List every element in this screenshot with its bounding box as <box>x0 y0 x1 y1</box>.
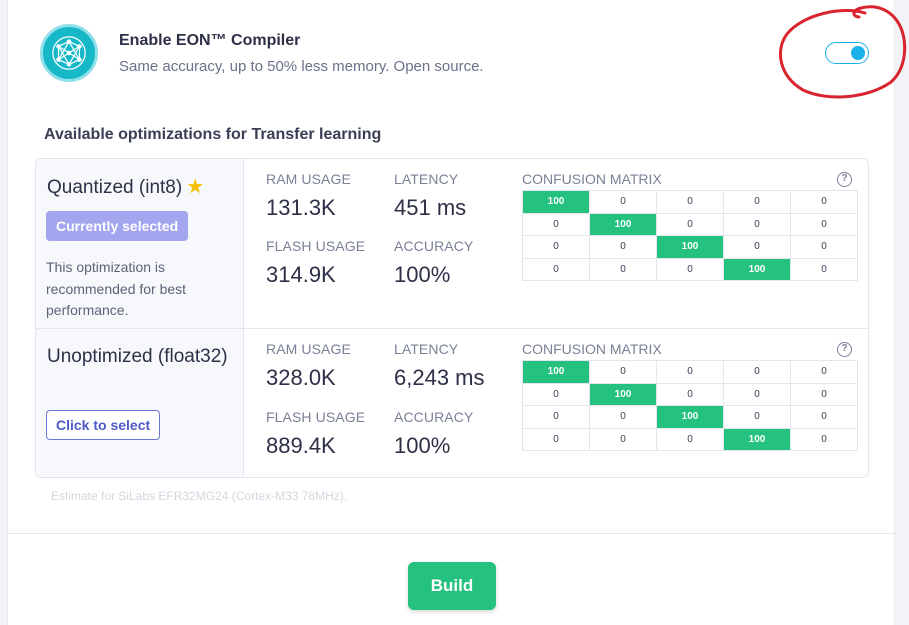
confusion-matrix-cell: 0 <box>522 212 590 236</box>
latency-label: LATENCY <box>394 341 459 357</box>
confusion-matrix-cell: 0 <box>589 405 657 429</box>
confusion-matrix-cell: 100 <box>589 212 657 236</box>
latency-value: 6,243 ms <box>394 365 485 390</box>
confusion-matrix-cell: 0 <box>790 360 858 384</box>
neural-network-icon <box>40 24 98 82</box>
flash-usage-value: 314.9K <box>266 262 336 287</box>
confusion-matrix-cell: 0 <box>723 360 791 384</box>
star-icon: ★ <box>186 176 205 198</box>
optimization-name: Quantized (int8) ★ <box>47 173 237 202</box>
optimizations-table: Quantized (int8) ★ Currently selected Thi… <box>35 158 869 478</box>
confusion-matrix-cell: 0 <box>790 257 858 281</box>
confusion-matrix-cell: 0 <box>790 405 858 429</box>
currently-selected-button[interactable]: Currently selected <box>46 211 189 241</box>
confusion-matrix-cell: 0 <box>522 235 590 259</box>
divider <box>8 533 896 534</box>
eon-toggle[interactable] <box>825 42 869 64</box>
confusion-matrix-cell: 0 <box>589 257 657 281</box>
confusion-matrix: 100 0 0 0 0 0 100 0 0 0 0 0 100 0 0 0 0 0 100 0 <box>522 190 858 281</box>
confusion-matrix-row: 0 0 0 100 0 <box>522 257 858 281</box>
latency-value: 451 ms <box>394 195 467 220</box>
confusion-matrix-label: CONFUSION MATRIX <box>522 341 662 357</box>
confusion-matrix-cell: 0 <box>589 427 657 451</box>
confusion-matrix-cell: 0 <box>656 427 724 451</box>
confusion-matrix-cell: 0 <box>522 382 590 406</box>
accuracy-value: 100% <box>394 433 451 458</box>
confusion-matrix-cell: 0 <box>656 257 724 281</box>
confusion-matrix-cell: 100 <box>589 382 657 406</box>
confusion-matrix-row: 100 0 0 0 0 <box>522 360 858 384</box>
click-to-select-button[interactable]: Click to select <box>46 410 161 440</box>
confusion-matrix-cell: 0 <box>589 235 657 259</box>
confusion-matrix-row: 0 100 0 0 0 <box>522 382 858 406</box>
confusion-matrix-cell: 0 <box>790 212 858 236</box>
confusion-matrix-row: 0 0 100 0 0 <box>522 235 858 259</box>
confusion-matrix-cell: 0 <box>723 382 791 406</box>
confusion-matrix-row: 0 0 100 0 0 <box>522 405 858 429</box>
optimization-summary: Unoptimized (float32) Click to select <box>36 329 244 477</box>
optimization-summary: Quantized (int8) ★ Currently selected Thi… <box>36 159 244 328</box>
confusion-matrix-cell: 0 <box>522 427 590 451</box>
build-button[interactable]: Build <box>408 562 496 610</box>
optimization-name: Unoptimized (float32) <box>47 343 237 371</box>
confusion-matrix-row: 100 0 0 0 0 <box>522 190 858 214</box>
eon-title: Enable EON™ Compiler <box>119 32 301 49</box>
confusion-matrix-cell: 100 <box>723 427 791 451</box>
confusion-matrix-cell: 0 <box>790 190 858 214</box>
optimization-row-unoptimized: Unoptimized (float32) Click to select RA… <box>36 329 868 477</box>
confusion-matrix-cell: 100 <box>656 235 724 259</box>
ram-usage-label: RAM USAGE <box>266 171 351 187</box>
confusion-matrix-cell: 0 <box>522 257 590 281</box>
confusion-matrix-cell: 0 <box>723 190 791 214</box>
confusion-matrix-cell: 0 <box>790 235 858 259</box>
confusion-matrix-cell: 0 <box>589 190 657 214</box>
estimate-note: Estimate for SiLabs EFR32MG24 (Cortex-M3… <box>51 489 348 503</box>
confusion-matrix-cell: 0 <box>790 382 858 406</box>
accuracy-value: 100% <box>394 262 451 287</box>
confusion-matrix-cell: 0 <box>656 360 724 384</box>
confusion-matrix-cell: 100 <box>723 257 791 281</box>
confusion-matrix-cell: 0 <box>656 212 724 236</box>
confusion-matrix-cell: 100 <box>656 405 724 429</box>
confusion-matrix-cell: 0 <box>723 235 791 259</box>
confusion-matrix-label: CONFUSION MATRIX <box>522 171 662 187</box>
ram-usage-value: 328.0K <box>266 365 336 390</box>
optimization-name-text: Quantized (int8) <box>47 177 183 198</box>
confusion-matrix-cell: 0 <box>790 427 858 451</box>
accuracy-label: ACCURACY <box>394 409 474 425</box>
confusion-matrix-cell: 100 <box>522 360 590 384</box>
flash-usage-label: FLASH USAGE <box>266 409 366 425</box>
confusion-matrix-cell: 0 <box>522 405 590 429</box>
flash-usage-value: 889.4K <box>266 433 336 458</box>
help-icon[interactable]: ? <box>837 342 852 357</box>
optimization-description: This optimization is recommended for bes… <box>46 259 187 318</box>
optimization-row-quantized: Quantized (int8) ★ Currently selected Thi… <box>36 159 868 329</box>
ram-usage-label: RAM USAGE <box>266 341 351 357</box>
section-title: Available optimizations for Transfer lea… <box>44 126 382 143</box>
confusion-matrix-cell: 100 <box>522 190 590 214</box>
latency-label: LATENCY <box>394 171 459 187</box>
confusion-matrix-row: 0 0 0 100 0 <box>522 427 858 451</box>
flash-usage-label: FLASH USAGE <box>266 238 366 254</box>
accuracy-label: ACCURACY <box>394 238 474 254</box>
confusion-matrix-cell: 0 <box>656 190 724 214</box>
toggle-knob[interactable] <box>851 45 865 60</box>
optimization-name-text: Unoptimized (float32) <box>47 346 228 367</box>
confusion-matrix-cell: 0 <box>589 360 657 384</box>
ram-usage-value: 131.3K <box>266 195 336 220</box>
confusion-matrix-cell: 0 <box>656 382 724 406</box>
confusion-matrix-row: 0 100 0 0 0 <box>522 212 858 236</box>
eon-subtitle: Same accuracy, up to 50% less memory. Op… <box>119 58 484 75</box>
help-icon[interactable]: ? <box>837 172 852 187</box>
confusion-matrix-cell: 0 <box>723 405 791 429</box>
confusion-matrix: 100 0 0 0 0 0 100 0 0 0 0 0 100 0 0 0 0 0 100 0 <box>522 360 858 451</box>
confusion-matrix-cell: 0 <box>723 212 791 236</box>
deployment-card: Enable EON™ Compiler Same accuracy, up t… <box>7 0 896 625</box>
